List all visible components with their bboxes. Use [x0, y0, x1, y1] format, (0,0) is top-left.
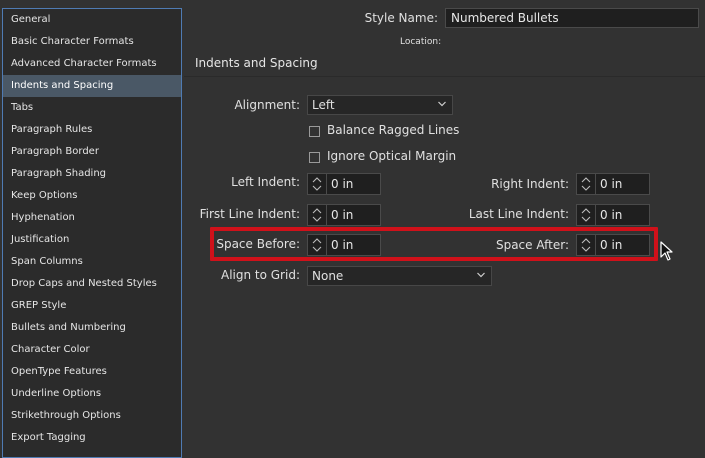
sidebar-item-drop-caps-and-nested-styles[interactable]: Drop Caps and Nested Styles: [3, 273, 181, 295]
first-line-indent-stepper[interactable]: 0 in: [307, 204, 381, 226]
last-line-indent-value: 0 in: [600, 208, 623, 222]
first-line-indent-value: 0 in: [331, 208, 354, 222]
sidebar-item-underline-options[interactable]: Underline Options: [3, 383, 181, 405]
balance-ragged-lines-label: Balance Ragged Lines: [327, 123, 460, 137]
location-label: Location:: [400, 37, 442, 47]
category-sidebar: General Basic Character Formats Advanced…: [2, 8, 182, 458]
space-highlight-box: [210, 227, 658, 261]
style-name-input[interactable]: Numbered Bullets: [445, 8, 699, 28]
sidebar-item-keep-options[interactable]: Keep Options: [3, 185, 181, 207]
align-to-grid-label: Align to Grid:: [220, 268, 300, 282]
sidebar-item-opentype-features[interactable]: OpenType Features: [3, 361, 181, 383]
sidebar-item-export-tagging[interactable]: Export Tagging: [3, 427, 181, 449]
sidebar-item-general[interactable]: General: [3, 9, 181, 31]
sidebar-item-strikethrough-options[interactable]: Strikethrough Options: [3, 405, 181, 427]
sidebar-item-grep-style[interactable]: GREP Style: [3, 295, 181, 317]
sidebar-item-bullets-and-numbering[interactable]: Bullets and Numbering: [3, 317, 181, 339]
right-indent-value: 0 in: [600, 177, 623, 191]
right-indent-stepper[interactable]: 0 in: [576, 173, 650, 195]
sidebar-item-advanced-character-formats[interactable]: Advanced Character Formats: [3, 53, 181, 75]
sidebar-item-indents-and-spacing[interactable]: Indents and Spacing: [3, 75, 181, 97]
alignment-label: Alignment:: [234, 98, 300, 112]
sidebar-item-character-color[interactable]: Character Color: [3, 339, 181, 361]
section-title: Indents and Spacing: [195, 56, 318, 70]
left-indent-value: 0 in: [331, 177, 354, 191]
mouse-pointer-icon: [660, 241, 673, 261]
align-to-grid-value: None: [312, 269, 344, 283]
align-to-grid-dropdown[interactable]: None: [307, 266, 492, 286]
sidebar-item-hyphenation[interactable]: Hyphenation: [3, 207, 181, 229]
ignore-optical-margin-checkbox[interactable]: [309, 152, 320, 163]
sidebar-item-paragraph-border[interactable]: Paragraph Border: [3, 141, 181, 163]
sidebar-item-tabs[interactable]: Tabs: [3, 97, 181, 119]
right-indent-label: Right Indent:: [491, 177, 569, 191]
section-divider: [184, 76, 705, 77]
stepper-arrows-icon[interactable]: [577, 205, 596, 225]
last-line-indent-stepper[interactable]: 0 in: [576, 204, 650, 226]
balance-ragged-lines-checkbox[interactable]: [309, 126, 320, 137]
alignment-dropdown[interactable]: Left: [307, 95, 453, 115]
chevron-down-icon: [438, 101, 446, 107]
left-indent-stepper[interactable]: 0 in: [307, 173, 381, 195]
ignore-optical-margin-label: Ignore Optical Margin: [327, 149, 457, 163]
stepper-arrows-icon[interactable]: [308, 205, 327, 225]
sidebar-item-paragraph-shading[interactable]: Paragraph Shading: [3, 163, 181, 185]
stepper-arrows-icon[interactable]: [308, 174, 327, 194]
sidebar-item-span-columns[interactable]: Span Columns: [3, 251, 181, 273]
alignment-value: Left: [312, 98, 335, 112]
last-line-indent-label: Last Line Indent:: [468, 207, 569, 221]
style-name-label: Style Name:: [364, 11, 438, 25]
first-line-indent-label: First Line Indent:: [199, 207, 300, 221]
sidebar-item-justification[interactable]: Justification: [3, 229, 181, 251]
sidebar-item-basic-character-formats[interactable]: Basic Character Formats: [3, 31, 181, 53]
left-indent-label: Left Indent:: [231, 175, 300, 189]
chevron-down-icon: [477, 272, 485, 278]
sidebar-item-paragraph-rules[interactable]: Paragraph Rules: [3, 119, 181, 141]
stepper-arrows-icon[interactable]: [577, 174, 596, 194]
